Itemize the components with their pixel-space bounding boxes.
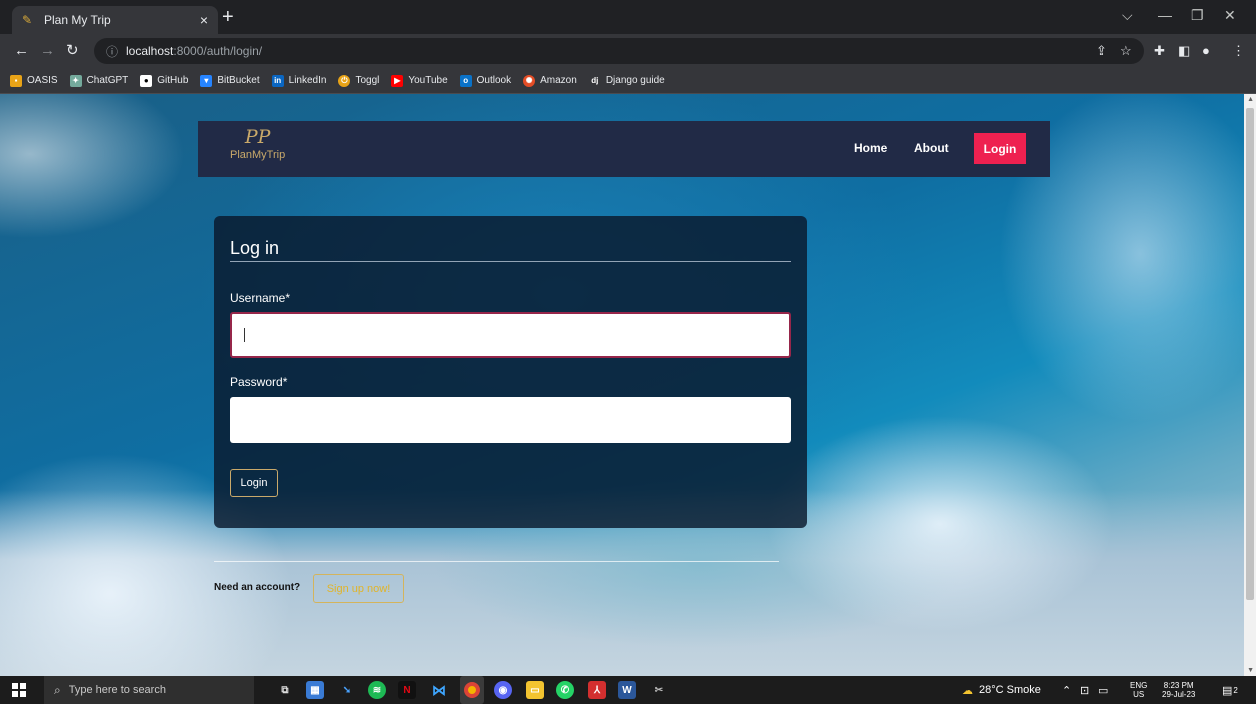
password-field[interactable] — [230, 397, 791, 443]
django-icon: dj — [588, 74, 601, 87]
site-info-icon[interactable]: ⓘ — [106, 43, 120, 60]
username-field[interactable] — [230, 312, 791, 358]
site-navbar: PP PlanMyTrip Home About Login — [198, 121, 1050, 177]
url-text: localhost:8000/auth/login/ — [126, 44, 263, 58]
tab-title: Plan My Trip — [44, 13, 111, 27]
network-icon[interactable]: ⊡ — [1080, 676, 1089, 704]
menu-icon[interactable]: ⋮ — [1232, 43, 1245, 59]
need-account-text: Need an account? — [214, 582, 301, 593]
oasis-icon: ▪ — [10, 74, 22, 87]
browser-tabstrip: ✎ Plan My Trip × + ⌵ — ❐ ✕ — [0, 0, 1256, 34]
extensions-icon[interactable]: ✚ — [1154, 43, 1165, 59]
tab-search-icon[interactable]: ⌵ — [1122, 7, 1133, 24]
forward-icon[interactable]: → — [40, 42, 55, 60]
search-icon: ⌕ — [54, 682, 61, 697]
youtube-icon: ▶ — [391, 74, 404, 87]
back-icon[interactable]: ← — [14, 42, 29, 60]
signup-button[interactable]: Sign up now! — [313, 574, 404, 603]
bookmarks-bar: ▪ OASIS ✦ ChatGPT ● GitHub ▾ BitBucket in Lin… — [0, 68, 1256, 94]
outlook-icon: o — [459, 74, 472, 87]
windows-start-icon[interactable] — [12, 683, 26, 697]
scroll-up-icon[interactable]: ▲ — [1247, 96, 1254, 103]
bookmark-oasis[interactable]: ▪ OASIS — [10, 74, 58, 87]
brand-name: PlanMyTrip — [230, 149, 286, 161]
store-icon[interactable]: ▦ — [306, 681, 324, 699]
new-tab-button[interactable]: + — [222, 7, 234, 27]
bookmark-star-icon[interactable]: ☆ — [1120, 43, 1132, 59]
profile-icon[interactable]: ● — [1202, 43, 1210, 58]
browser-toolbar: ← → ↻ ⓘ localhost:8000/auth/login/ ⇪ ☆ ✚… — [0, 34, 1256, 68]
bookmark-github[interactable]: ● GitHub — [140, 74, 188, 87]
password-label: Password* — [230, 375, 288, 389]
bookmark-amazon[interactable]: ✺ Amazon — [523, 74, 577, 87]
language-indicator[interactable]: ENG US — [1130, 676, 1147, 704]
brand-mark: PP — [244, 126, 271, 148]
file-explorer-icon[interactable]: ▭ — [526, 681, 544, 699]
weather-widget[interactable]: ☁ 28°C Smoke — [962, 676, 1041, 704]
bitbucket-icon: ▾ — [200, 74, 213, 87]
bookmark-outlook[interactable]: o Outlook — [459, 74, 511, 87]
text-caret — [244, 328, 245, 342]
close-window-icon[interactable]: ✕ — [1224, 7, 1236, 24]
nav-home-link[interactable]: Home — [854, 141, 887, 155]
side-panel-icon[interactable]: ◧ — [1178, 43, 1190, 59]
tab-close-icon[interactable]: × — [200, 12, 208, 28]
weather-icon: ☁ — [962, 684, 973, 697]
tray-chevron-icon[interactable]: ⌃ — [1062, 676, 1071, 704]
task-view-icon[interactable]: ⧉ — [276, 681, 294, 699]
bookmark-django[interactable]: dj Django guide — [588, 74, 665, 87]
username-label: Username* — [230, 291, 291, 305]
site-favicon-icon: ✎ — [22, 13, 33, 27]
discord-icon[interactable]: ◉ — [494, 681, 512, 699]
bookmark-linkedin[interactable]: in LinkedIn — [271, 74, 326, 87]
word-icon[interactable]: W — [618, 681, 636, 699]
title-divider — [230, 261, 791, 262]
linkedin-icon: in — [271, 74, 284, 87]
vscode-icon[interactable]: ⋈ — [430, 681, 448, 699]
bookmark-toggl[interactable]: ⏻ Toggl — [338, 74, 379, 87]
snipping-tool-icon[interactable]: ✂ — [650, 681, 668, 699]
taskbar-search-input[interactable]: ⌕ Type here to search — [44, 676, 254, 704]
bookmark-bitbucket[interactable]: ▾ BitBucket — [200, 74, 260, 87]
toggl-icon: ⏻ — [338, 74, 351, 87]
battery-icon[interactable]: ▭ — [1098, 676, 1108, 704]
chatgpt-icon: ✦ — [69, 74, 82, 87]
amazon-icon: ✺ — [523, 74, 536, 87]
scroll-thumb[interactable] — [1246, 108, 1254, 600]
bookmark-chatgpt[interactable]: ✦ ChatGPT — [69, 74, 128, 87]
login-card: Log in Username* Password* Login — [214, 216, 807, 528]
restore-icon[interactable]: ❐ — [1191, 7, 1204, 24]
login-submit-button[interactable]: Login — [230, 469, 278, 497]
login-title: Log in — [230, 238, 280, 258]
nav-login-button[interactable]: Login — [974, 133, 1026, 164]
whatsapp-icon[interactable]: ✆ — [556, 681, 574, 699]
page-scrollbar[interactable]: ▲ ▼ — [1244, 94, 1256, 676]
app-arrow-icon[interactable]: ➘ — [338, 681, 356, 699]
acrobat-icon[interactable]: ⅄ — [588, 681, 606, 699]
clock[interactable]: 8:23 PM 29-Jul-23 — [1162, 676, 1195, 704]
chrome-icon[interactable] — [460, 676, 484, 704]
nav-about-link[interactable]: About — [914, 141, 949, 155]
bookmark-youtube[interactable]: ▶ YouTube — [391, 74, 448, 87]
windows-taskbar: ⌕ Type here to search ⧉ ▦ ➘ ≋ N ⋈ ◉ ▭ ✆ … — [0, 676, 1256, 704]
netflix-icon[interactable]: N — [398, 681, 416, 699]
notification-center-icon[interactable]: ▤ 2 — [1222, 676, 1238, 704]
brand-logo[interactable]: PP PlanMyTrip — [230, 127, 285, 161]
browser-tab[interactable]: ✎ Plan My Trip × — [12, 6, 218, 34]
spotify-icon[interactable]: ≋ — [368, 681, 386, 699]
scroll-down-icon[interactable]: ▼ — [1247, 667, 1254, 674]
page-viewport: PP PlanMyTrip Home About Login Log in Us… — [0, 94, 1256, 676]
share-icon[interactable]: ⇪ — [1096, 43, 1107, 59]
footer-divider — [214, 561, 779, 562]
minimize-icon[interactable]: — — [1158, 7, 1172, 23]
github-icon: ● — [140, 74, 153, 87]
address-bar[interactable]: ⓘ localhost:8000/auth/login/ — [94, 38, 1144, 64]
reload-icon[interactable]: ↻ — [66, 42, 79, 60]
